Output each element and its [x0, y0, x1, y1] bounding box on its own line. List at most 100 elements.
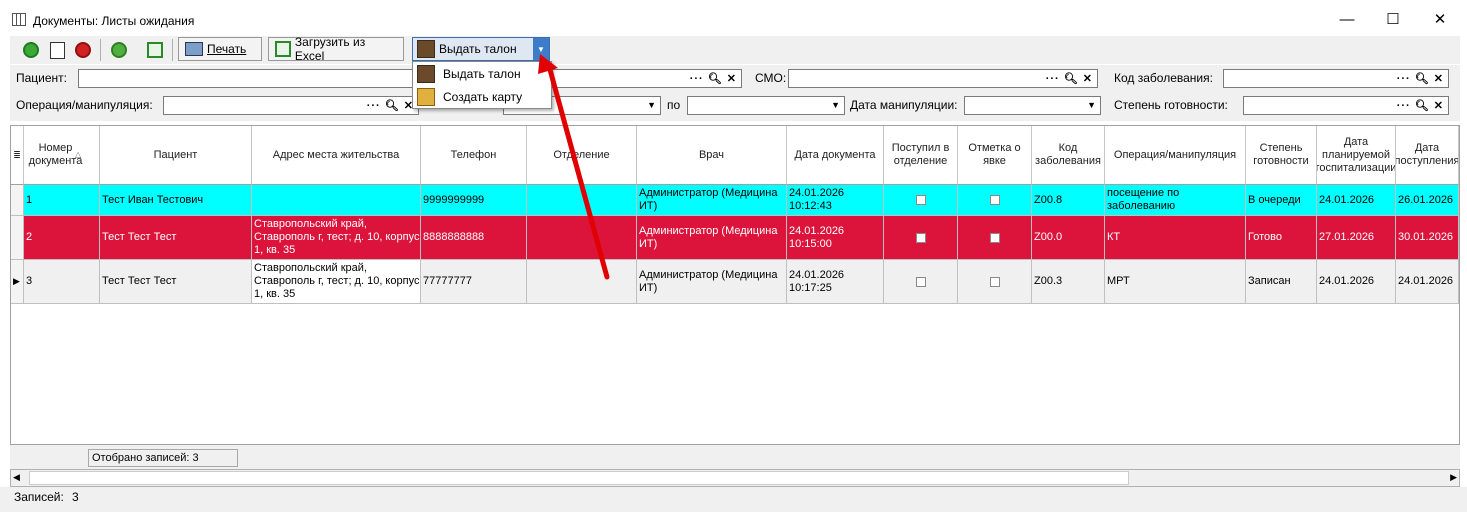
- table-cell[interactable]: Готово: [1246, 216, 1317, 259]
- table-cell[interactable]: [527, 216, 637, 259]
- edit-button[interactable]: [46, 39, 68, 61]
- scroll-left-icon[interactable]: ◀: [13, 472, 20, 483]
- table-cell[interactable]: 24.01.2026: [1317, 185, 1396, 215]
- patient-input[interactable]: [78, 69, 416, 88]
- table-cell[interactable]: [884, 185, 958, 215]
- table-cell[interactable]: [958, 260, 1032, 303]
- table-cell[interactable]: 2: [24, 216, 100, 259]
- table-cell[interactable]: Администратор (Медицина ИТ): [637, 185, 787, 215]
- menu-item-issue-ticket[interactable]: Выдать талон: [415, 63, 549, 85]
- operation-input[interactable]: ··· 🔍︎ ✕: [163, 96, 419, 115]
- checkbox[interactable]: [989, 195, 1000, 205]
- column-header[interactable]: Дата поступления: [1396, 126, 1459, 185]
- table-cell[interactable]: 9999999999: [421, 185, 527, 215]
- table-cell[interactable]: 27.01.2026: [1317, 216, 1396, 259]
- load-excel-button[interactable]: Загрузить из Excel: [268, 35, 404, 63]
- date-to-select[interactable]: ▼: [687, 96, 845, 115]
- column-header[interactable]: Адрес места жительства: [252, 126, 421, 185]
- table-cell[interactable]: Администратор (Медицина ИТ): [637, 216, 787, 259]
- readiness-input[interactable]: ··· 🔍︎ ✕: [1243, 96, 1449, 115]
- table-cell[interactable]: Тест Тест Тест: [100, 216, 252, 259]
- field-actions-icon[interactable]: ··· 🔍︎ ✕: [690, 72, 737, 85]
- maximize-button[interactable]: ☐: [1378, 8, 1408, 32]
- checkbox[interactable]: [915, 276, 926, 287]
- checkbox[interactable]: [915, 195, 926, 205]
- table-cell[interactable]: [958, 185, 1032, 215]
- table-cell[interactable]: Z00.0: [1032, 216, 1105, 259]
- table-cell[interactable]: [958, 216, 1032, 259]
- row-indicator[interactable]: [11, 185, 24, 215]
- horizontal-scrollbar[interactable]: ◀ ▶: [10, 469, 1460, 487]
- column-header[interactable]: Степень готовности: [1246, 126, 1317, 185]
- table-row[interactable]: 1 Тест Иван Тестович 9999999999 Администрат…: [11, 185, 1459, 216]
- table-cell[interactable]: 24.01.2026 10:15:00: [787, 216, 884, 259]
- readiness-actions-icon[interactable]: ··· 🔍︎ ✕: [1397, 99, 1444, 112]
- table-cell[interactable]: Z00.8: [1032, 185, 1105, 215]
- scroll-thumb[interactable]: [29, 471, 1129, 485]
- table-cell[interactable]: 30.01.2026: [1396, 216, 1459, 259]
- table-cell[interactable]: [527, 260, 637, 303]
- table-cell[interactable]: [527, 185, 637, 215]
- column-header[interactable]: Дата планируемой госпитализации: [1317, 126, 1396, 185]
- smo-input[interactable]: ··· 🔍︎ ✕: [788, 69, 1098, 88]
- table-cell[interactable]: 26.01.2026: [1396, 185, 1459, 215]
- table-cell[interactable]: 24.01.2026 10:17:25: [787, 260, 884, 303]
- table-cell[interactable]: Тест Иван Тестович: [100, 185, 252, 215]
- column-header[interactable]: Телефон: [421, 126, 527, 185]
- add-button[interactable]: [20, 39, 42, 61]
- checkbox[interactable]: [989, 276, 1000, 287]
- disease-code-actions-icon[interactable]: ··· 🔍︎ ✕: [1397, 72, 1444, 85]
- checkbox[interactable]: [989, 232, 1000, 243]
- column-header[interactable]: Код заболевания: [1032, 126, 1105, 185]
- table-cell[interactable]: [252, 185, 421, 215]
- table-cell[interactable]: В очереди: [1246, 185, 1317, 215]
- column-header[interactable]: Отметка о явке: [958, 126, 1032, 185]
- column-header[interactable]: Поступил в отделение: [884, 126, 958, 185]
- table-row[interactable]: 2 Тест Тест Тест Ставропольский край, Став…: [11, 216, 1459, 260]
- table-cell[interactable]: 24.01.2026 10:12:43: [787, 185, 884, 215]
- column-header[interactable]: Дата документа: [787, 126, 884, 185]
- table-cell[interactable]: Записан: [1246, 260, 1317, 303]
- column-chooser-icon[interactable]: ≣: [11, 126, 24, 185]
- table-cell[interactable]: посещение по заболеванию: [1105, 185, 1246, 215]
- column-header[interactable]: Операция/манипуляция: [1105, 126, 1246, 185]
- delete-button[interactable]: [72, 39, 94, 61]
- row-indicator[interactable]: [11, 216, 24, 259]
- close-button[interactable]: ✕: [1425, 8, 1455, 32]
- table-cell[interactable]: Тест Тест Тест: [100, 260, 252, 303]
- column-header[interactable]: Отделение: [527, 126, 637, 185]
- manip-date-select[interactable]: ▼: [964, 96, 1101, 115]
- excel-export-button[interactable]: [144, 39, 166, 61]
- table-row[interactable]: ▶ 3 Тест Тест Тест Ставропольский край, Ста…: [11, 260, 1459, 304]
- table-cell[interactable]: [884, 216, 958, 259]
- refresh-button[interactable]: [108, 39, 130, 61]
- table-cell[interactable]: Ставропольский край, Ставрополь г, тест;…: [252, 216, 421, 259]
- table-cell[interactable]: [884, 260, 958, 303]
- chevron-down-icon[interactable]: ▼: [533, 38, 549, 60]
- disease-code-input[interactable]: ··· 🔍︎ ✕: [1223, 69, 1449, 88]
- table-cell[interactable]: Z00.3: [1032, 260, 1105, 303]
- column-header[interactable]: Номер документа: [24, 126, 100, 185]
- checkbox[interactable]: [915, 232, 926, 243]
- table-cell[interactable]: 1: [24, 185, 100, 215]
- print-button[interactable]: Печать: [178, 37, 262, 61]
- smo-actions-icon[interactable]: ··· 🔍︎ ✕: [1046, 72, 1093, 85]
- issue-ticket-split-button[interactable]: Выдать талон ▼: [412, 37, 550, 61]
- row-indicator[interactable]: ▶: [11, 260, 24, 303]
- table-cell[interactable]: 3: [24, 260, 100, 303]
- table-cell[interactable]: МРТ: [1105, 260, 1246, 303]
- minimize-button[interactable]: —: [1332, 8, 1362, 32]
- table-cell[interactable]: 8888888888: [421, 216, 527, 259]
- table-cell[interactable]: 24.01.2026: [1317, 260, 1396, 303]
- column-header[interactable]: Пациент: [100, 126, 252, 185]
- menu-item-create-card[interactable]: Создать карту: [415, 86, 549, 108]
- scroll-right-icon[interactable]: ▶: [1450, 472, 1457, 483]
- table-cell[interactable]: 24.01.2026: [1396, 260, 1459, 303]
- table-cell[interactable]: Ставропольский край, Ставрополь г, тест;…: [252, 260, 421, 303]
- field-input[interactable]: ··· 🔍︎ ✕: [550, 69, 742, 88]
- table-cell[interactable]: КТ: [1105, 216, 1246, 259]
- table-cell[interactable]: Администратор (Медицина ИТ): [637, 260, 787, 303]
- operation-actions-icon[interactable]: ··· 🔍︎ ✕: [367, 99, 414, 112]
- table-cell[interactable]: 77777777: [421, 260, 527, 303]
- column-header[interactable]: Врач: [637, 126, 787, 185]
